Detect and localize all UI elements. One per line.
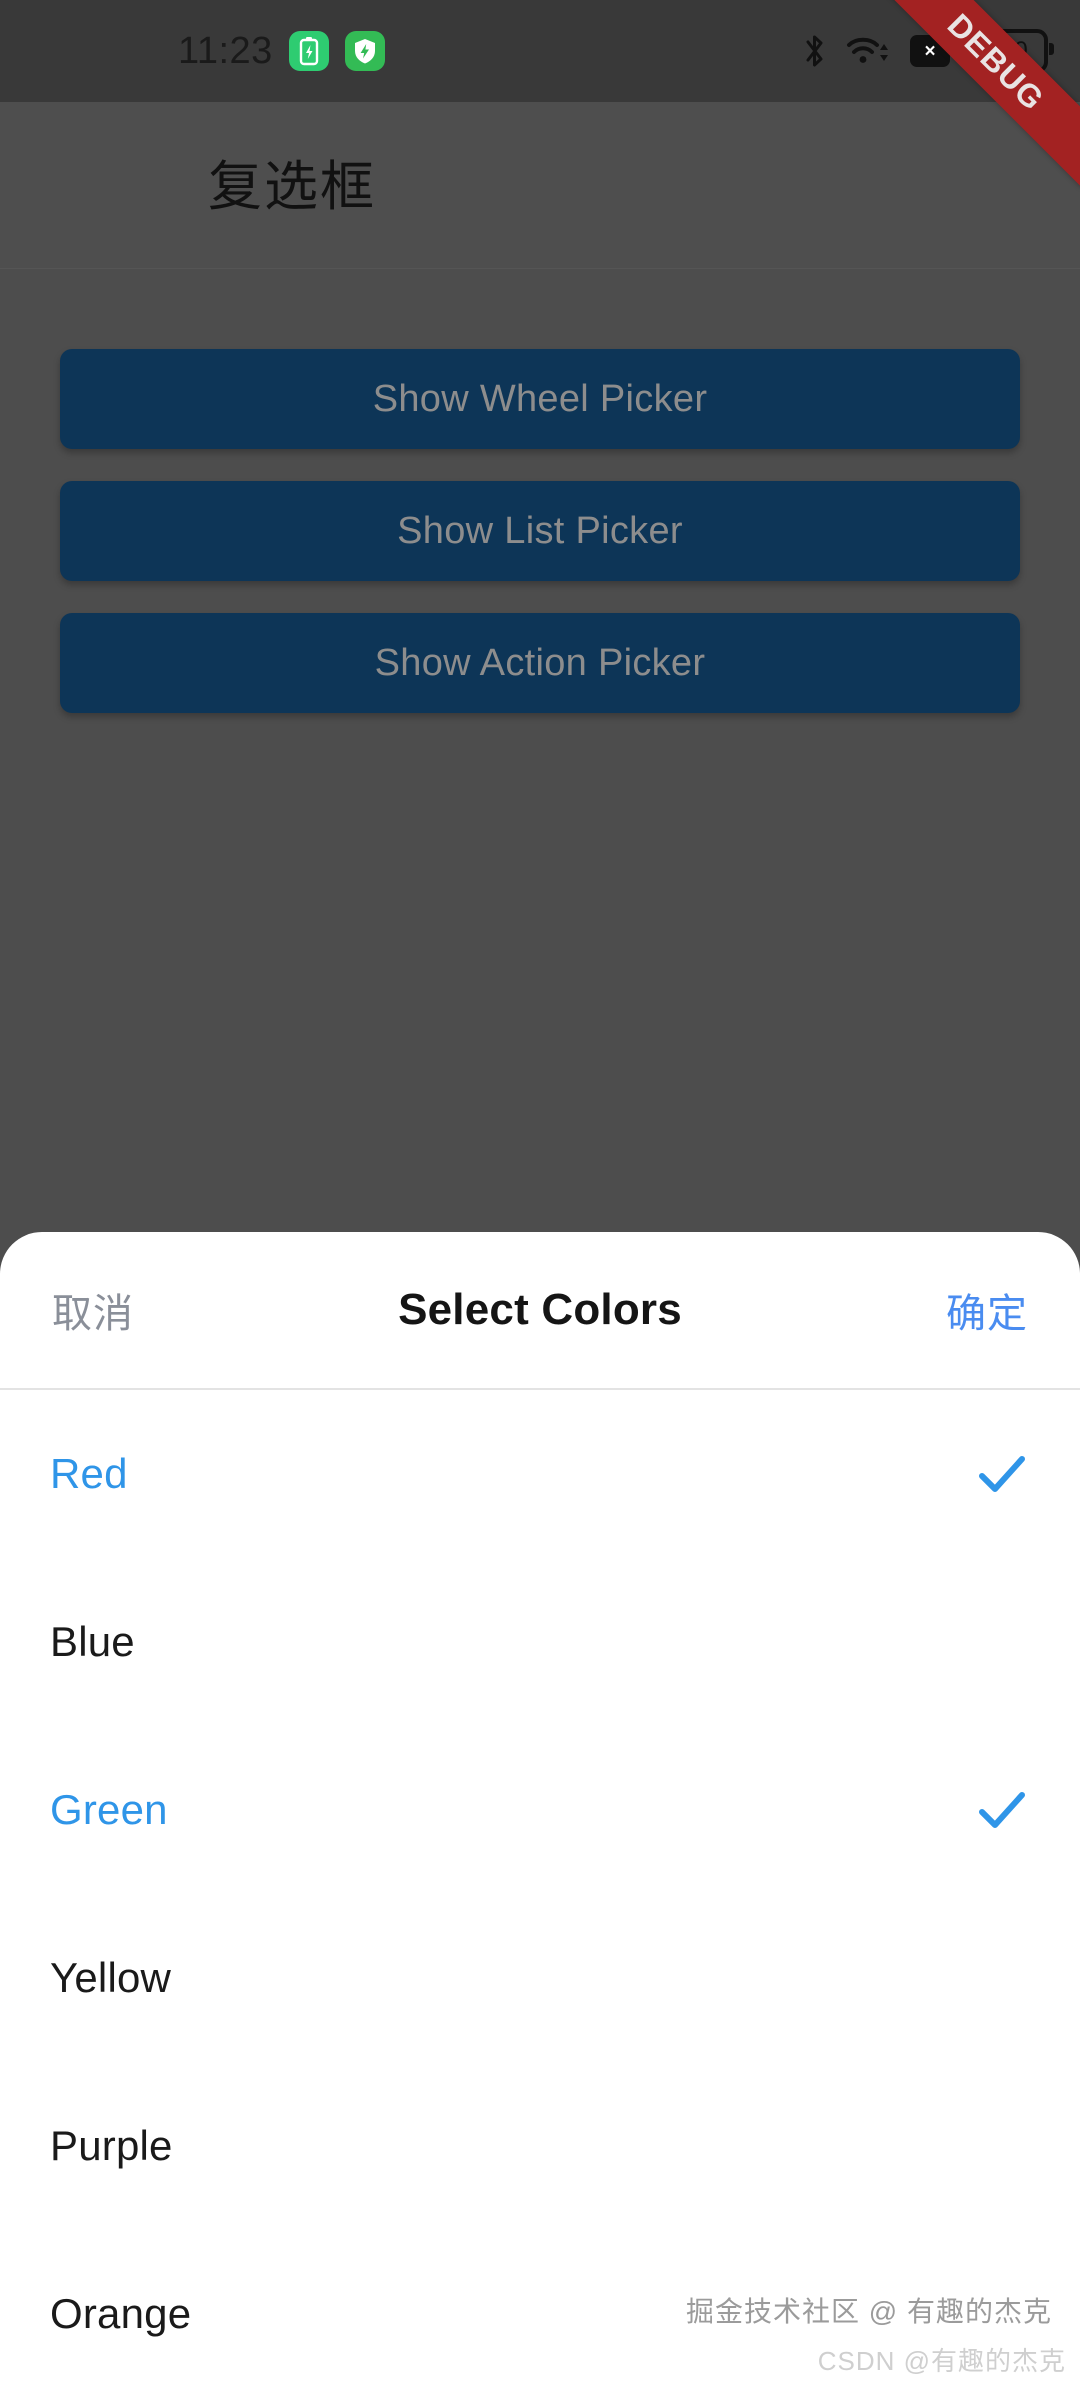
- option-label: Red: [50, 1450, 128, 1497]
- sheet-title: Select Colors: [398, 1285, 682, 1334]
- color-picker-bottom-sheet: 取消 Select Colors 确定 Red Blue Green Yello…: [0, 1232, 1080, 2400]
- option-label: Green: [50, 1786, 168, 1833]
- list-item[interactable]: Purple: [0, 2062, 1080, 2230]
- sheet-header: 取消 Select Colors 确定: [0, 1232, 1080, 1390]
- show-wheel-picker-button[interactable]: Show Wheel Picker: [60, 349, 1020, 449]
- bluetooth-icon: [802, 32, 828, 70]
- list-item[interactable]: Green: [0, 1726, 1080, 1894]
- sim-x-glyph: ×: [924, 40, 936, 62]
- list-item[interactable]: Red: [0, 1390, 1080, 1558]
- page-title: 复选框: [208, 157, 376, 217]
- option-label: Orange: [50, 2290, 192, 2337]
- app-bar: 复选框: [0, 102, 1080, 269]
- confirm-button[interactable]: 确定: [946, 1281, 1028, 1339]
- juejin-watermark: 掘金技术社区 @ 有趣的杰克: [686, 2296, 1052, 2327]
- check-icon: [974, 1446, 1030, 1502]
- status-bar-left-group: 11:23: [178, 0, 385, 102]
- status-bar-clock: 11:23: [178, 29, 273, 72]
- color-option-list: Red Blue Green Yellow Purple Orange: [0, 1390, 1080, 2398]
- show-action-picker-label: Show Action Picker: [374, 641, 706, 684]
- list-item[interactable]: Blue: [0, 1558, 1080, 1726]
- list-item[interactable]: Yellow: [0, 1894, 1080, 2062]
- shield-charge-icon: [344, 31, 385, 71]
- wifi-icon: [846, 32, 892, 70]
- csdn-watermark: CSDN @有趣的杰克: [817, 2346, 1066, 2376]
- check-icon: [974, 1782, 1030, 1838]
- option-label: Purple: [50, 2122, 173, 2169]
- show-list-picker-label: Show List Picker: [397, 509, 683, 552]
- picker-button-stack: Show Wheel Picker Show List Picker Show …: [60, 349, 1020, 713]
- option-label: Blue: [50, 1618, 135, 1665]
- option-label: Yellow: [50, 1954, 172, 2001]
- show-action-picker-button[interactable]: Show Action Picker: [60, 613, 1020, 713]
- show-wheel-picker-label: Show Wheel Picker: [372, 377, 708, 420]
- show-list-picker-button[interactable]: Show List Picker: [60, 481, 1020, 581]
- phone-screen: 11:23 × 复选框 Show Wheel Picker Show List …: [0, 0, 1080, 2400]
- battery-charging-icon: [288, 31, 329, 71]
